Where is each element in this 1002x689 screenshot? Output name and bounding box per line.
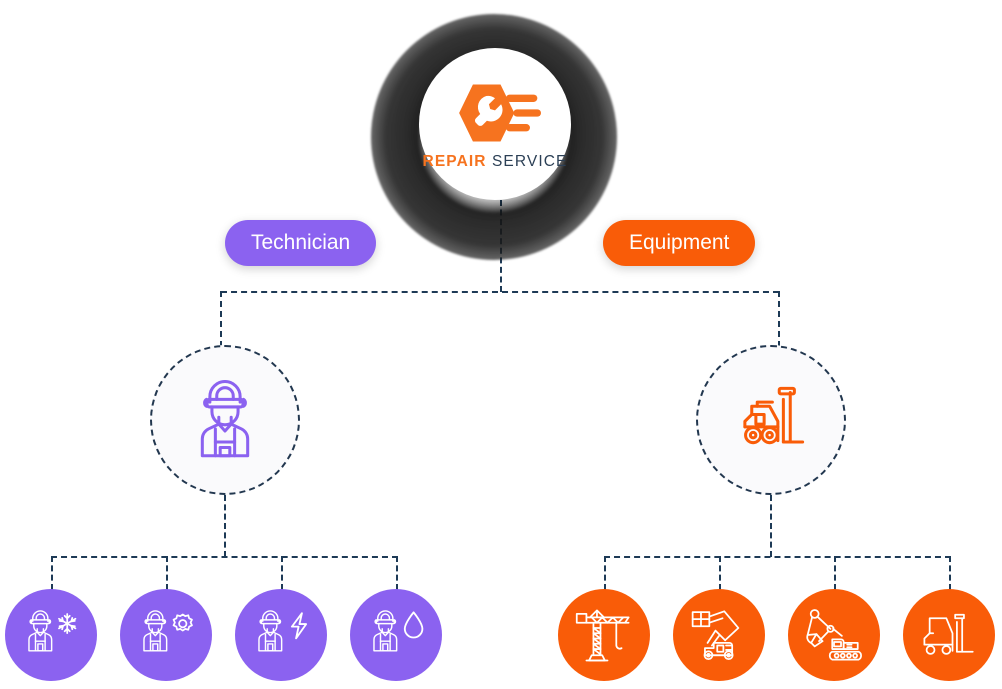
connector-drop-equipment [778,291,780,347]
node-electrician-technician[interactable] [235,589,327,681]
node-tower-crane[interactable] [558,589,650,681]
connector-drop-plumber [396,556,398,590]
badge-technician[interactable]: Technician [225,220,377,266]
connector-drop-boom-lift [719,556,721,590]
worker-snowflake-icon [28,610,77,652]
node-technician[interactable] [150,345,300,495]
node-mechanic-technician[interactable] [120,589,212,681]
forklift-icon [743,386,805,445]
connector-drop-technician [220,291,222,347]
worker-gear-icon [143,610,193,652]
tower-crane-icon [575,609,630,662]
logo-word-service: SERVICE [491,152,568,170]
org-chart-diagram: REPAIR SERVICE Technician Equipment [0,0,1002,689]
worker-technician-icon [200,380,250,458]
connector-equipment-bar [604,556,951,558]
connector-drop-mechanic [166,556,168,590]
connector-drop-hvac [51,556,53,590]
excavator-icon [806,609,862,661]
connector-drop-electrician [281,556,283,590]
logo-wordmark: REPAIR SERVICE [423,153,568,171]
forklift-icon [923,613,974,655]
connector-equipment-stem [770,495,772,557]
hexagon-wrench-speed-icon [459,83,541,142]
node-hvac-technician[interactable] [5,589,97,681]
node-boom-lift[interactable] [673,589,765,681]
node-forklift[interactable] [903,589,995,681]
connector-technician-stem [224,495,226,557]
connector-drop-forklift [949,556,951,590]
connector-drop-excavator [834,556,836,590]
logo-word-repair: REPAIR [422,152,487,170]
node-plumber-technician[interactable] [350,589,442,681]
connector-level1-bar [221,291,779,293]
badge-equipment[interactable]: Equipment [603,220,756,266]
connector-technician-bar [51,556,398,558]
connector-drop-tower-crane [604,556,606,590]
worker-lightning-icon [258,610,308,652]
node-equipment[interactable] [696,345,846,495]
repair-service-logo[interactable]: REPAIR SERVICE [419,48,571,200]
node-excavator[interactable] [788,589,880,681]
boom-lift-icon [691,610,740,661]
worker-waterdrop-icon [373,610,424,652]
